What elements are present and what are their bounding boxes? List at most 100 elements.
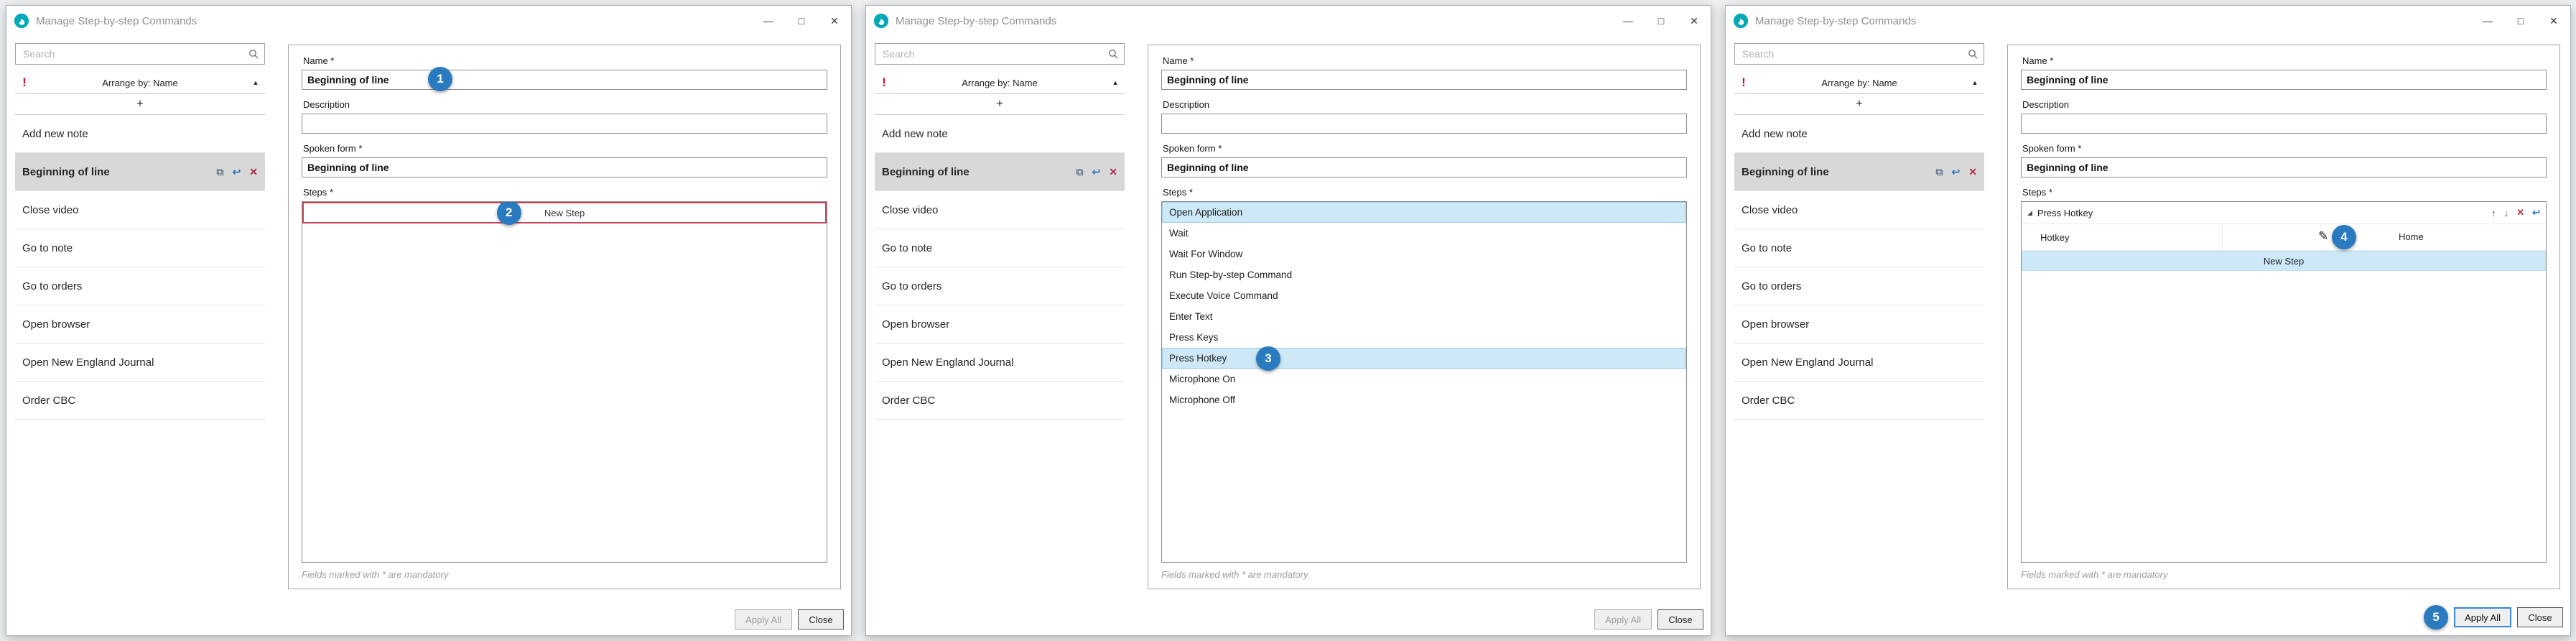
undo-changes-icon[interactable]: ↩ bbox=[1092, 166, 1101, 178]
command-item[interactable]: Order CBC bbox=[15, 382, 265, 420]
description-input[interactable] bbox=[1161, 114, 1687, 134]
command-item[interactable]: Open New England Journal bbox=[875, 343, 1125, 382]
delete-command-icon[interactable]: ✕ bbox=[1968, 166, 1977, 178]
search-box[interactable] bbox=[1734, 43, 1984, 65]
add-command-button[interactable]: + bbox=[15, 94, 265, 115]
undo-changes-icon[interactable]: ↩ bbox=[233, 166, 241, 178]
copy-command-icon[interactable]: ⧉ bbox=[1936, 166, 1943, 178]
titlebar[interactable]: Manage Step-by-step Commands — □ ✕ bbox=[6, 6, 851, 36]
apply-all-button[interactable]: Apply All bbox=[2454, 607, 2511, 627]
command-item[interactable]: Order CBC bbox=[1734, 382, 1984, 420]
new-step-button[interactable]: New Step 2 bbox=[302, 202, 827, 223]
command-item[interactable]: Go to note bbox=[875, 229, 1125, 267]
arrange-by-row[interactable]: ! Arrange by: Name ▲ bbox=[875, 72, 1125, 94]
step-option-wait[interactable]: Wait bbox=[1162, 223, 1686, 244]
step-option-execute-voice-command[interactable]: Execute Voice Command bbox=[1162, 285, 1686, 306]
command-item[interactable]: Open New England Journal bbox=[1734, 343, 1984, 382]
search-box[interactable] bbox=[15, 43, 265, 65]
delete-command-icon[interactable]: ✕ bbox=[249, 166, 258, 178]
apply-all-button[interactable]: Apply All bbox=[735, 609, 792, 630]
minimize-button[interactable]: — bbox=[2471, 6, 2504, 36]
minimize-button[interactable]: — bbox=[752, 6, 785, 36]
step-option-microphone-off[interactable]: Microphone Off bbox=[1162, 389, 1686, 410]
step-option-enter-text[interactable]: Enter Text bbox=[1162, 306, 1686, 327]
copy-command-icon[interactable]: ⧉ bbox=[217, 166, 224, 178]
sort-ascending-icon[interactable]: ▲ bbox=[1966, 79, 1984, 86]
apply-all-button[interactable]: Apply All bbox=[1594, 609, 1652, 630]
step-option-open-application[interactable]: Open Application bbox=[1162, 202, 1686, 223]
command-item[interactable]: Open browser bbox=[875, 305, 1125, 343]
description-input[interactable] bbox=[302, 114, 827, 134]
delete-step-icon[interactable]: ✕ bbox=[2516, 207, 2524, 218]
new-step-button[interactable]: New Step bbox=[2022, 251, 2546, 271]
command-item[interactable]: Go to orders bbox=[15, 267, 265, 305]
maximize-button[interactable]: □ bbox=[785, 6, 818, 36]
sort-ascending-icon[interactable]: ▲ bbox=[246, 79, 265, 86]
edit-hotkey-icon[interactable]: ✎ bbox=[2318, 229, 2328, 244]
step-option-microphone-on[interactable]: Microphone On bbox=[1162, 369, 1686, 389]
command-item[interactable]: Close video bbox=[1734, 191, 1984, 229]
command-item[interactable]: Go to orders bbox=[1734, 267, 1984, 305]
minimize-button[interactable]: — bbox=[1612, 6, 1645, 36]
search-box[interactable] bbox=[875, 43, 1125, 65]
close-button[interactable]: Close bbox=[2517, 607, 2563, 627]
command-item[interactable]: Close video bbox=[15, 191, 265, 229]
step-option-label: Enter Text bbox=[1169, 311, 1213, 322]
step-option-run-step-by-step-command[interactable]: Run Step-by-step Command bbox=[1162, 264, 1686, 285]
command-item[interactable]: Close video bbox=[875, 191, 1125, 229]
command-item[interactable]: Add new note bbox=[1734, 115, 1984, 153]
command-item[interactable]: Go to note bbox=[15, 229, 265, 267]
spoken-form-label: Spoken form * bbox=[2022, 143, 2547, 154]
spoken-form-input[interactable] bbox=[1161, 157, 1687, 177]
add-command-button[interactable]: + bbox=[1734, 94, 1984, 115]
spoken-form-input[interactable] bbox=[2021, 157, 2547, 177]
arrange-by-row[interactable]: ! Arrange by: Name ▲ bbox=[1734, 72, 1984, 94]
search-icon[interactable] bbox=[1968, 49, 1978, 59]
search-icon[interactable] bbox=[1108, 49, 1118, 59]
steps-label: Steps * bbox=[2022, 187, 2547, 198]
command-item[interactable]: Go to note bbox=[1734, 229, 1984, 267]
maximize-button[interactable]: □ bbox=[1645, 6, 1678, 36]
undo-changes-icon[interactable]: ↩ bbox=[1952, 166, 1961, 178]
name-input[interactable] bbox=[2021, 70, 2547, 90]
command-item-selected[interactable]: Beginning of line ⧉ ↩ ✕ bbox=[1734, 153, 1984, 191]
titlebar[interactable]: Manage Step-by-step Commands — □ ✕ bbox=[1726, 6, 2570, 36]
name-input[interactable] bbox=[1161, 70, 1687, 90]
press-hotkey-step-header[interactable]: ◢ Press Hotkey ↑ ↓ ✕ ↩ bbox=[2022, 202, 2546, 224]
titlebar-close-button[interactable]: ✕ bbox=[1678, 6, 1711, 36]
search-input[interactable] bbox=[881, 47, 1108, 60]
maximize-button[interactable]: □ bbox=[2504, 6, 2537, 36]
search-input[interactable] bbox=[22, 47, 248, 60]
command-item-selected[interactable]: Beginning of line ⧉ ↩ ✕ bbox=[15, 153, 265, 191]
delete-command-icon[interactable]: ✕ bbox=[1109, 166, 1117, 178]
search-input[interactable] bbox=[1741, 47, 1968, 60]
step-option-press-keys[interactable]: Press Keys bbox=[1162, 327, 1686, 348]
step-option-wait-for-window[interactable]: Wait For Window bbox=[1162, 244, 1686, 264]
command-item[interactable]: Add new note bbox=[15, 115, 265, 153]
titlebar[interactable]: Manage Step-by-step Commands — □ ✕ bbox=[866, 6, 1711, 36]
command-item[interactable]: Open browser bbox=[1734, 305, 1984, 343]
command-item[interactable]: Open browser bbox=[15, 305, 265, 343]
command-item[interactable]: Add new note bbox=[875, 115, 1125, 153]
titlebar-close-button[interactable]: ✕ bbox=[818, 6, 851, 36]
step-option-press-hotkey[interactable]: Press Hotkey 3 bbox=[1162, 348, 1686, 369]
command-item-selected[interactable]: Beginning of line ⧉ ↩ ✕ bbox=[875, 153, 1125, 191]
command-item[interactable]: Open New England Journal bbox=[15, 343, 265, 382]
copy-command-icon[interactable]: ⧉ bbox=[1077, 166, 1084, 178]
undo-step-icon[interactable]: ↩ bbox=[2532, 207, 2540, 218]
spoken-form-input[interactable] bbox=[302, 157, 827, 177]
close-button[interactable]: Close bbox=[798, 609, 844, 630]
arrange-by-row[interactable]: ! Arrange by: Name ▲ bbox=[15, 72, 265, 94]
search-icon[interactable] bbox=[248, 49, 259, 59]
description-input[interactable] bbox=[2021, 114, 2547, 134]
name-input[interactable] bbox=[302, 70, 827, 90]
move-step-up-icon[interactable]: ↑ bbox=[2491, 208, 2496, 218]
add-command-button[interactable]: + bbox=[875, 94, 1125, 115]
collapse-expander-icon[interactable]: ◢ bbox=[2027, 209, 2032, 217]
command-item[interactable]: Go to orders bbox=[875, 267, 1125, 305]
titlebar-close-button[interactable]: ✕ bbox=[2537, 6, 2570, 36]
close-button[interactable]: Close bbox=[1657, 609, 1703, 630]
command-item[interactable]: Order CBC bbox=[875, 382, 1125, 420]
move-step-down-icon[interactable]: ↓ bbox=[2504, 208, 2509, 218]
sort-ascending-icon[interactable]: ▲ bbox=[1106, 79, 1125, 86]
